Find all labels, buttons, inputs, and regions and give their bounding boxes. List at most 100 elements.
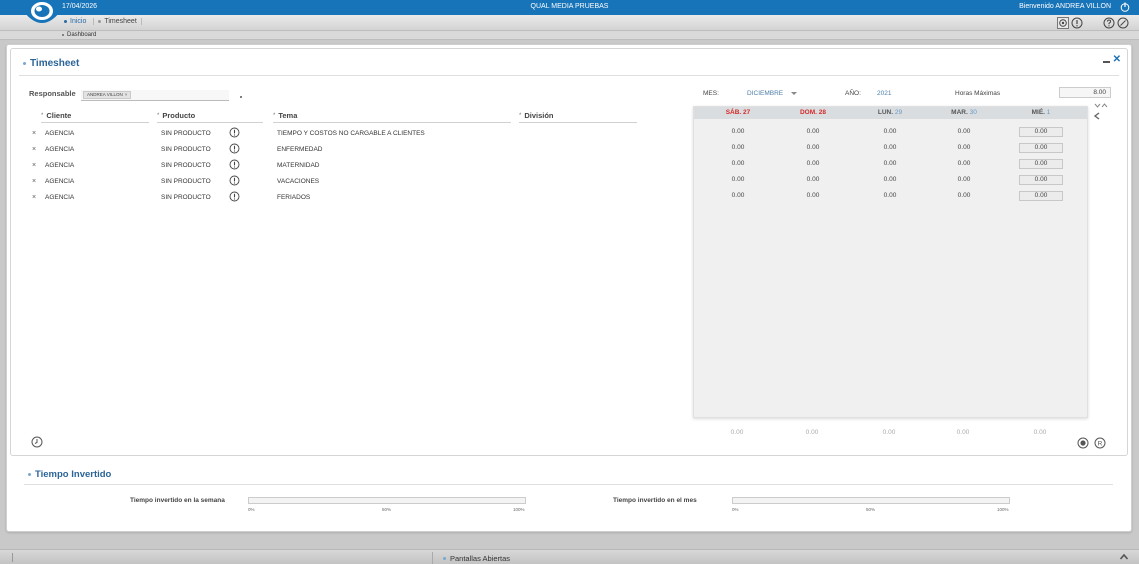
reset-icon[interactable]: R xyxy=(1094,437,1106,449)
tick-label: 50% xyxy=(382,507,392,512)
day-header: DOM. 28 xyxy=(799,109,827,116)
cell-tema: VACACIONES xyxy=(277,178,320,185)
chevron-left-icon[interactable] xyxy=(1093,112,1101,120)
hours-cell: 0.00 xyxy=(957,128,971,135)
hours-cell: 0.00 xyxy=(731,176,745,183)
hours-cell: 0.00 xyxy=(806,176,820,183)
hours-cell: 0.00 xyxy=(957,160,971,167)
table-row: × AGENCIA SIN PRODUCTO FERIADOS xyxy=(11,191,651,205)
record-icon[interactable] xyxy=(1077,437,1089,449)
anio-value[interactable]: 2021 xyxy=(877,90,891,97)
hours-cell: 0.00 xyxy=(957,192,971,199)
semana-label: Tiempo invertido en la semana xyxy=(130,497,225,504)
delete-row-icon[interactable]: × xyxy=(32,178,36,185)
clock-icon[interactable] xyxy=(31,436,43,448)
tick-label: 0% xyxy=(248,507,255,512)
delete-row-icon[interactable]: × xyxy=(32,194,36,201)
pantallas-abiertas-button[interactable]: Pantallas Abiertas xyxy=(432,552,510,564)
hours-input[interactable]: 0.00 xyxy=(1019,127,1063,137)
hours-cell: 0.00 xyxy=(806,192,820,199)
anio-label: AÑO: xyxy=(845,90,861,97)
nav-bar: Inicio Timesheet xyxy=(0,15,1139,31)
delete-row-icon[interactable]: × xyxy=(32,146,36,153)
day-total: 0.00 xyxy=(805,429,819,436)
column-cliente: * Cliente xyxy=(41,111,149,123)
hours-input[interactable]: 0.00 xyxy=(1019,175,1063,185)
delete-row-icon[interactable]: × xyxy=(32,130,36,137)
top-bar: 17/04/2026 QUAL MEDIA PRUEBAS Bienvenido… xyxy=(0,0,1139,15)
tab-timesheet[interactable]: Timesheet xyxy=(93,18,142,25)
info-icon[interactable] xyxy=(229,191,240,202)
info-icon[interactable] xyxy=(229,159,240,170)
cell-cliente: AGENCIA xyxy=(45,162,75,169)
svg-text:R: R xyxy=(1098,440,1103,447)
hours-cell: 0.00 xyxy=(883,176,897,183)
responsable-tag: ANDREA VILLON × xyxy=(83,91,132,99)
logo-icon[interactable] xyxy=(24,0,60,30)
tick-label: 100% xyxy=(997,507,1009,512)
cell-tema: ENFERMEDAD xyxy=(277,146,323,153)
chevron-down-icon[interactable] xyxy=(791,92,797,95)
hours-cell: 0.00 xyxy=(731,144,745,151)
day-total: 0.00 xyxy=(730,429,744,436)
cell-cliente: AGENCIA xyxy=(45,130,75,137)
collapse-expand-icon[interactable] xyxy=(1094,102,1108,109)
cell-producto: SIN PRODUCTO xyxy=(161,194,211,201)
remove-tag-icon[interactable]: × xyxy=(125,92,128,97)
hours-cell: 0.00 xyxy=(806,144,820,151)
day-total: 0.00 xyxy=(1033,429,1047,436)
cell-producto: SIN PRODUCTO xyxy=(161,178,211,185)
close-icon[interactable]: ✕ xyxy=(1113,55,1121,65)
column-producto: * Producto xyxy=(157,111,263,123)
hours-cell: 0.00 xyxy=(731,128,745,135)
hours-cell: 0.00 xyxy=(806,160,820,167)
cell-producto: SIN PRODUCTO xyxy=(161,130,211,137)
mes-label: MES: xyxy=(703,90,719,97)
table-row: × AGENCIA SIN PRODUCTO TIEMPO Y COSTOS NO C… xyxy=(11,127,651,141)
responsable-field[interactable]: ANDREA VILLON × xyxy=(81,90,229,101)
info-icon[interactable] xyxy=(229,143,240,154)
horas-maximas-label: Horas Máximas xyxy=(955,90,1001,97)
column-division: * División xyxy=(519,111,637,123)
delete-row-icon[interactable]: × xyxy=(32,162,36,169)
day-total: 0.00 xyxy=(956,429,970,436)
breadcrumb: Inicio Timesheet xyxy=(60,18,142,25)
info-icon[interactable] xyxy=(1071,17,1083,29)
minimize-icon[interactable] xyxy=(1102,61,1110,63)
tick-label: 0% xyxy=(732,507,739,512)
timesheet-panel: Timesheet ✕ Responsable ANDREA VILLON × *… xyxy=(10,48,1128,456)
info-icon[interactable] xyxy=(229,127,240,138)
check-icon[interactable] xyxy=(1117,17,1129,29)
hours-input[interactable]: 0.00 xyxy=(1019,191,1063,201)
help-icon[interactable] xyxy=(1103,17,1115,29)
hours-cell: 0.00 xyxy=(957,176,971,183)
app-title: QUAL MEDIA PRUEBAS xyxy=(530,3,609,10)
tab-inicio[interactable]: Inicio xyxy=(60,18,90,25)
cell-tema: FERIADOS xyxy=(277,194,311,201)
table-row: × AGENCIA SIN PRODUCTO VACACIONES xyxy=(11,175,651,189)
footer-bar: Pantallas Abiertas xyxy=(0,549,1139,564)
power-icon[interactable] xyxy=(1119,1,1131,13)
days-grid: SÁB. 27 DOM. 28 LUN. 29 MAR. 30 MIÉ. 1 0.00 0… xyxy=(693,106,1088,418)
semana-progress-bar xyxy=(248,497,526,504)
info-icon[interactable] xyxy=(229,175,240,186)
chevron-up-icon[interactable] xyxy=(1119,552,1129,562)
welcome-text: Bienvenido ANDREA VILLON xyxy=(1019,3,1111,10)
cell-cliente: AGENCIA xyxy=(45,146,75,153)
day-header: MAR. 30 xyxy=(951,109,977,116)
hours-input[interactable]: 0.00 xyxy=(1019,143,1063,153)
responsable-label: Responsable xyxy=(29,89,76,98)
hours-input[interactable]: 0.00 xyxy=(1019,159,1063,169)
tick-label: 100% xyxy=(513,507,525,512)
day-total: 0.00 xyxy=(882,429,896,436)
sub-nav: Dashboard xyxy=(0,31,1139,40)
mes-progress-bar xyxy=(732,497,1010,504)
mes-select[interactable]: DICIEMBRE xyxy=(747,90,783,97)
table-row: × AGENCIA SIN PRODUCTO ENFERMEDAD xyxy=(11,143,651,157)
cell-cliente: AGENCIA xyxy=(45,194,75,201)
hours-cell: 0.00 xyxy=(731,160,745,167)
horas-maximas-input[interactable]: 8.00 xyxy=(1059,87,1111,98)
dashboard-link[interactable]: Dashboard xyxy=(62,32,96,38)
settings-icon[interactable] xyxy=(1057,17,1069,29)
cell-cliente: AGENCIA xyxy=(45,178,75,185)
